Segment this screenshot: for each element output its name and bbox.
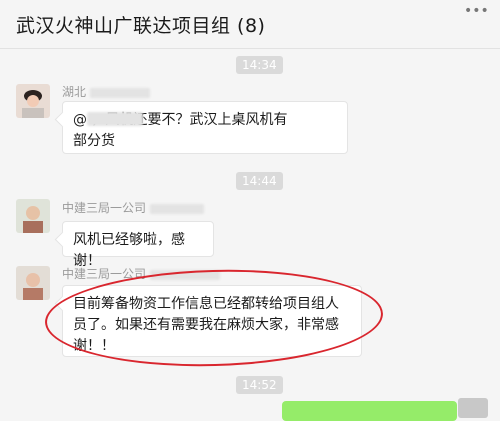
blurred-name xyxy=(89,87,150,98)
blurred-name xyxy=(149,269,220,280)
sender-name: 中建三局一公司 xyxy=(62,199,204,216)
message-text-line: 目前筹备物资工作信息已经都转给项目组人 xyxy=(73,296,339,312)
chat-title: 武汉火神山广联达项目组 (8) xyxy=(16,15,266,37)
timestamp: 14:34 xyxy=(236,56,283,74)
timestamp: 14:52 xyxy=(236,376,283,394)
timestamp: 14:44 xyxy=(236,172,283,190)
message-text-line: 部分货 xyxy=(73,133,115,149)
avatar[interactable] xyxy=(16,199,50,233)
blurred-name xyxy=(149,203,204,214)
more-icon[interactable]: ••• xyxy=(464,4,489,18)
self-avatar[interactable] xyxy=(458,398,488,418)
message-bubble[interactable]: @ ，风机还要不？武汉上桌风机有 部分货 xyxy=(62,101,348,154)
sender-name: 湖北 xyxy=(62,83,150,100)
message-text-line: 员了。如果还有需要我在麻烦大家，非常感 xyxy=(73,317,339,333)
avatar[interactable] xyxy=(16,266,50,300)
message-text-line: 谢！！ xyxy=(73,338,115,354)
message-bubble[interactable]: 目前筹备物资工作信息已经都转给项目组人 员了。如果还有需要我在麻烦大家，非常感 … xyxy=(62,285,362,357)
self-message-bubble[interactable] xyxy=(282,401,457,421)
chat-header: 武汉火神山广联达项目组 (8) ••• xyxy=(0,0,500,49)
message-bubble[interactable]: 风机已经够啦，感谢！ xyxy=(62,221,214,269)
blurred-mention xyxy=(87,112,143,126)
sender-name: 中建三局一公司 xyxy=(62,265,220,282)
avatar[interactable] xyxy=(16,84,50,118)
